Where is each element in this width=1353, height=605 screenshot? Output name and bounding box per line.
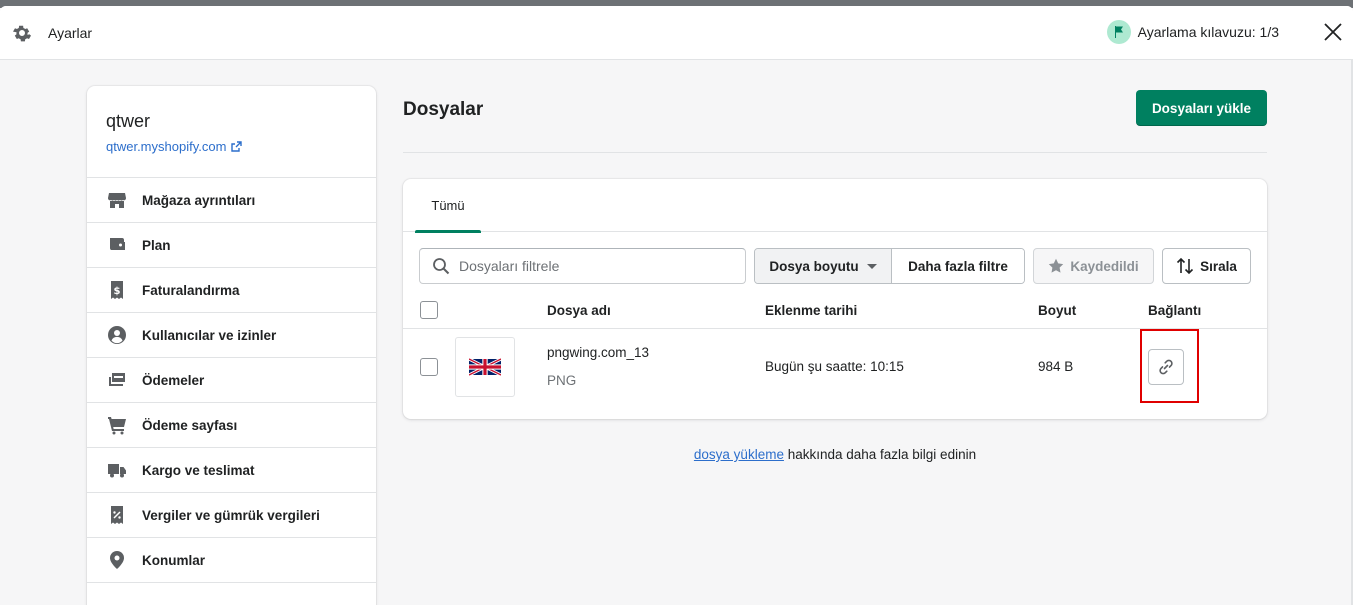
store-domain-text: qtwer.myshopify.com <box>106 139 227 154</box>
sort-icon <box>1177 257 1194 275</box>
saved-label: Kaydedildi <box>1070 258 1139 274</box>
cart-icon <box>106 414 128 436</box>
filter-button-group: Dosya boyutu Daha fazla filtre <box>754 248 1025 284</box>
file-date: Bugün şu saatte: 10:15 <box>765 359 904 374</box>
page-header: Dosyalar Dosyaları yükle <box>403 86 1267 153</box>
store-icon <box>106 189 128 211</box>
star-icon <box>1049 258 1064 273</box>
file-size-filter-button[interactable]: Dosya boyutu <box>755 249 892 283</box>
sidebar-item-label: Faturalandırma <box>142 282 240 298</box>
settings-sidebar: qtwer qtwer.myshopify.com Mağaza ayrıntı… <box>87 86 376 605</box>
billing-icon: $ <box>106 279 128 301</box>
sidebar-item-plan[interactable]: Plan <box>87 223 376 268</box>
column-header-link: Bağlantı <box>1148 303 1202 318</box>
saved-button: Kaydedildi <box>1033 248 1154 284</box>
learn-more-text: hakkında daha fazla bilgi edinin <box>783 447 977 462</box>
select-all-checkbox[interactable] <box>420 301 438 319</box>
more-filters-label: Daha fazla filtre <box>908 258 1008 274</box>
search-field[interactable] <box>419 248 746 284</box>
truck-icon <box>106 459 128 481</box>
file-size: 984 B <box>1038 359 1074 374</box>
sidebar-item-label: Mağaza ayrıntıları <box>142 192 256 208</box>
learn-more-note: dosya yükleme hakkında daha fazla bilgi … <box>403 447 1267 462</box>
link-icon <box>1159 359 1173 375</box>
user-icon <box>106 324 128 346</box>
more-filters-button[interactable]: Daha fazla filtre <box>892 249 1024 283</box>
store-name: qtwer <box>106 111 151 131</box>
upload-files-button[interactable]: Dosyaları yükle <box>1135 90 1267 126</box>
table-header: Dosya adı Eklenme tarihi Boyut Bağlantı <box>403 293 1267 329</box>
tab-all[interactable]: Tümü <box>415 179 481 233</box>
sidebar-item-store-details[interactable]: Mağaza ayrıntıları <box>87 178 376 223</box>
location-icon <box>106 549 128 571</box>
copy-link-button[interactable] <box>1148 349 1184 385</box>
sidebar-item-label: Ödeme sayfası <box>142 417 238 433</box>
sort-label: Sırala <box>1200 258 1237 274</box>
store-domain-link[interactable]: qtwer.myshopify.com <box>106 139 357 154</box>
column-header-name[interactable]: Dosya adı <box>547 303 611 318</box>
column-header-date[interactable]: Eklenme tarihi <box>765 303 857 318</box>
tabs-bar: Tümü <box>403 179 1267 233</box>
column-header-size[interactable]: Boyut <box>1038 303 1076 318</box>
sidebar-item-payments[interactable]: Ödemeler <box>87 358 376 403</box>
sidebar-item-label: Ödemeler <box>142 372 205 388</box>
sidebar-item-billing[interactable]: $ Faturalandırma <box>87 268 376 313</box>
tab-label: Tümü <box>431 198 465 213</box>
filter-toolbar: Dosya boyutu Daha fazla filtre Kaydedild… <box>419 248 1251 284</box>
file-type: PNG <box>547 373 577 388</box>
file-size-filter-label: Dosya boyutu <box>769 258 859 274</box>
setup-guide-button[interactable]: Ayarlama kılavuzu: 1/3 <box>1106 20 1279 44</box>
sidebar-item-checkout[interactable]: Ödeme sayfası <box>87 403 376 448</box>
gear-icon <box>12 23 32 43</box>
external-link-icon <box>231 141 243 152</box>
row-checkbox[interactable] <box>420 358 438 376</box>
files-page: Dosyalar Dosyaları yükle Tümü Dosya boyu… <box>403 86 1267 462</box>
sidebar-item-label: Konumlar <box>142 552 206 568</box>
svg-text:$: $ <box>114 286 121 297</box>
setup-guide-label: Ayarlama kılavuzu: 1/3 <box>1137 24 1279 40</box>
tax-icon <box>106 504 128 526</box>
sidebar-item-label: Kargo ve teslimat <box>142 462 255 478</box>
caret-down-icon <box>866 263 877 269</box>
file-name: pngwing.com_13 <box>547 345 650 360</box>
plan-icon <box>106 234 128 256</box>
settings-topbar: Ayarlar Ayarlama kılavuzu: 1/3 <box>0 6 1353 60</box>
flag-icon <box>1106 20 1131 44</box>
sidebar-item-label: Plan <box>142 237 171 253</box>
sidebar-item-label: Vergiler ve gümrük vergileri <box>142 507 320 523</box>
uk-flag-icon <box>469 357 501 377</box>
close-icon[interactable] <box>1323 22 1343 42</box>
page-title: Dosyalar <box>403 99 484 120</box>
search-icon <box>433 258 450 275</box>
file-thumbnail[interactable] <box>455 337 515 397</box>
tab-selected-indicator <box>415 230 481 233</box>
table-row[interactable]: pngwing.com_13 PNG Bugün şu saatte: 10:1… <box>403 329 1267 405</box>
sidebar-item-label: Kullanıcılar ve izinler <box>142 327 277 343</box>
sort-button[interactable]: Sırala <box>1162 248 1251 284</box>
search-input[interactable] <box>459 258 729 274</box>
files-card: Tümü Dosya boyutu Daha fazla filtre <box>403 179 1267 419</box>
sidebar-item-locations[interactable]: Konumlar <box>87 538 376 583</box>
sidebar-item-users[interactable]: Kullanıcılar ve izinler <box>87 313 376 358</box>
payments-icon <box>106 369 128 391</box>
window-title: Ayarlar <box>48 24 93 41</box>
sidebar-item-shipping[interactable]: Kargo ve teslimat <box>87 448 376 493</box>
store-info: qtwer qtwer.myshopify.com <box>87 86 376 178</box>
file-upload-help-link[interactable]: dosya yükleme <box>694 447 784 462</box>
sidebar-item-taxes[interactable]: Vergiler ve gümrük vergileri <box>87 493 376 538</box>
